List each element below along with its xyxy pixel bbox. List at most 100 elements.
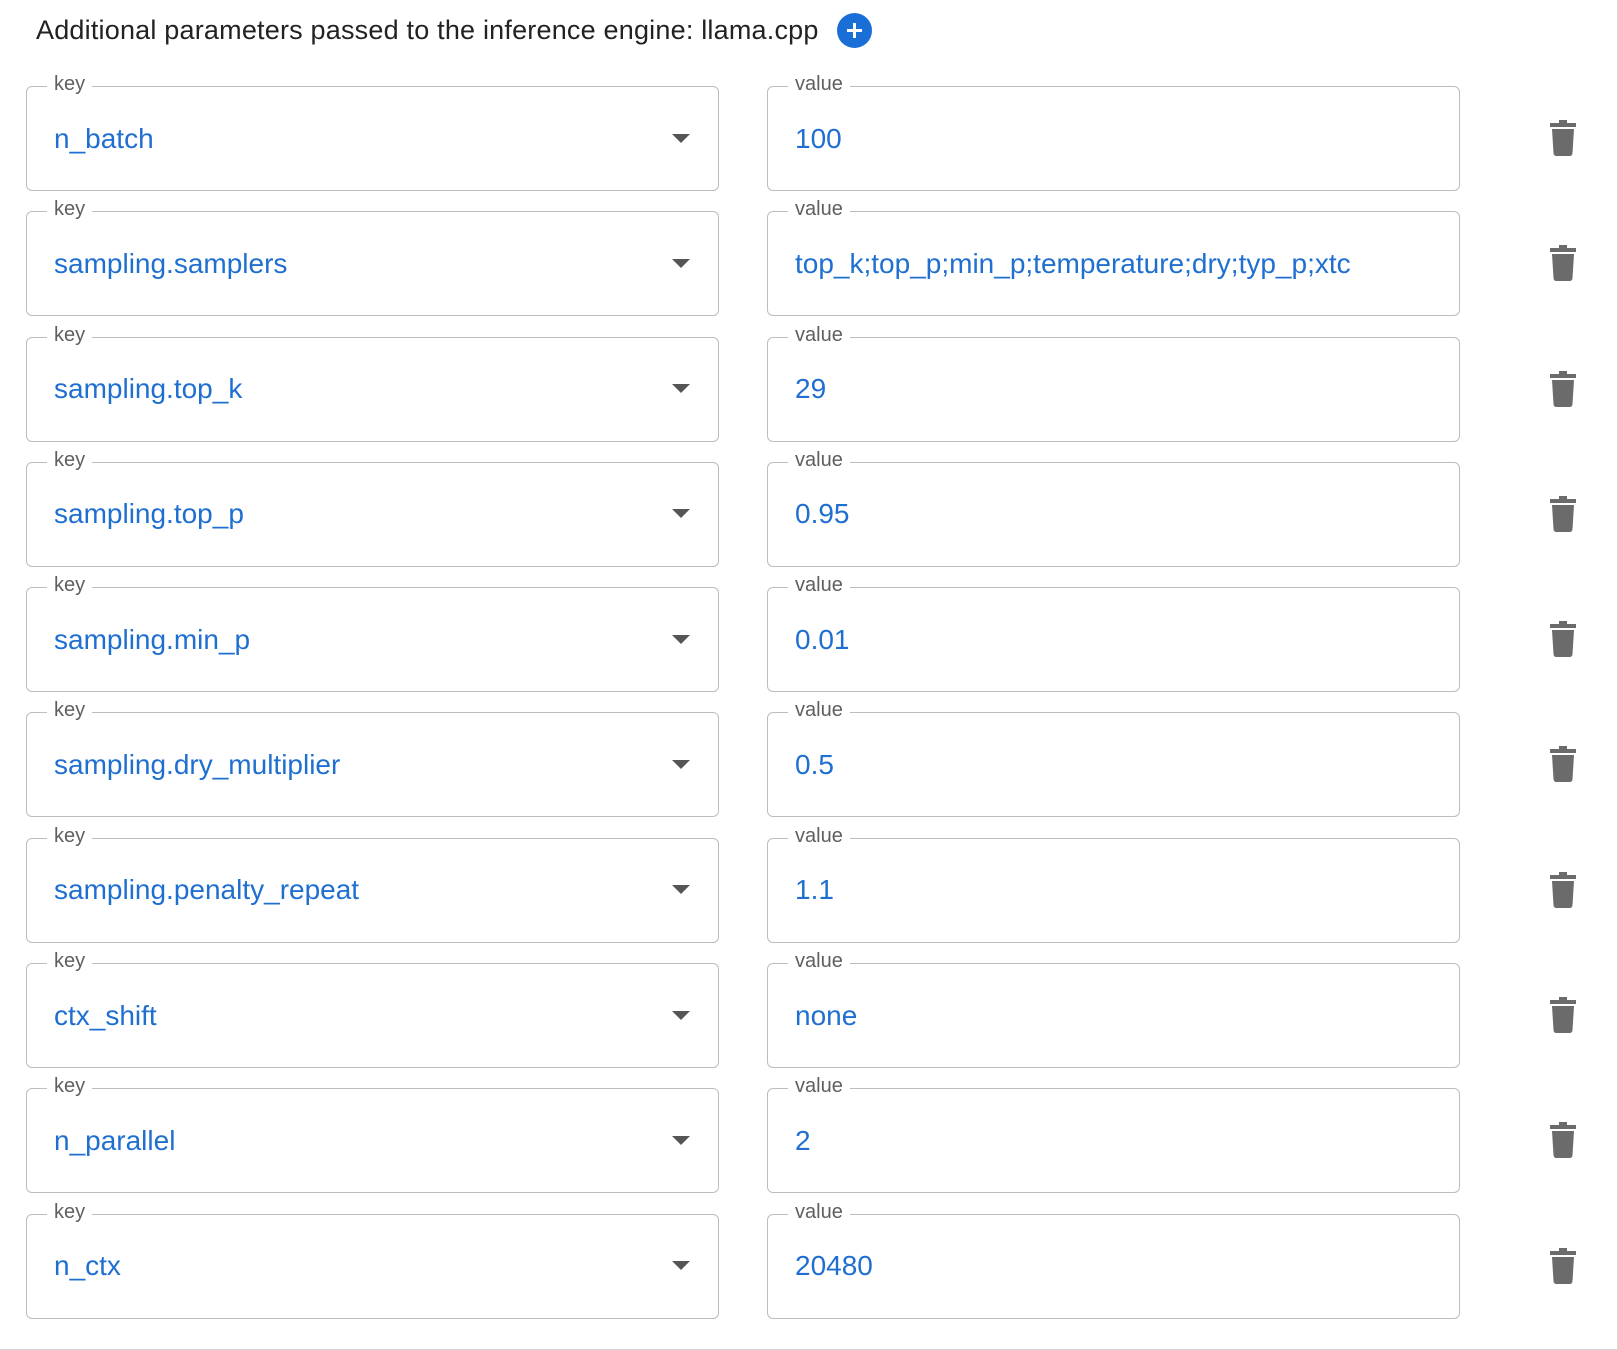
value-text[interactable]: 2 — [795, 1125, 811, 1157]
delete-row-button[interactable] — [1549, 621, 1577, 658]
delete-row-button[interactable] — [1549, 245, 1577, 282]
value-text[interactable]: 29 — [795, 373, 826, 405]
value-input[interactable]: value 29 — [767, 322, 1460, 442]
key-label: key — [47, 1074, 93, 1099]
value-input[interactable]: value none — [767, 949, 1460, 1069]
trash-icon — [1550, 871, 1576, 908]
key-selected-value: sampling.top_p — [54, 498, 244, 530]
value-text[interactable]: none — [795, 1000, 857, 1032]
value-input[interactable]: value 0.5 — [767, 698, 1460, 818]
trash-icon — [1550, 1122, 1576, 1159]
parameter-row: key sampling.dry_multiplier value 0.5 — [26, 698, 1596, 818]
key-select[interactable]: key n_parallel — [26, 1074, 719, 1194]
parameter-row: key n_batch value 100 — [26, 72, 1596, 191]
key-label: key — [47, 1199, 93, 1224]
delete-row-button[interactable] — [1549, 370, 1577, 407]
chevron-down-icon[interactable] — [672, 759, 690, 769]
delete-row-button[interactable] — [1549, 1122, 1577, 1159]
value-text[interactable]: 0.01 — [795, 624, 850, 656]
chevron-down-icon[interactable] — [672, 1135, 690, 1145]
value-input[interactable]: value 1.1 — [767, 823, 1460, 943]
value-input[interactable]: value top_k;top_p;min_p;temperature;dry;… — [767, 197, 1460, 317]
key-label: key — [47, 72, 93, 96]
key-select[interactable]: key sampling.top_k — [26, 322, 719, 442]
key-label: key — [47, 573, 93, 598]
value-label: value — [788, 949, 850, 974]
trash-icon — [1550, 245, 1576, 282]
key-select[interactable]: key sampling.dry_multiplier — [26, 698, 719, 818]
trash-icon — [1550, 746, 1576, 783]
value-label: value — [788, 1074, 850, 1099]
header-title: Additional parameters passed to the infe… — [36, 14, 819, 45]
key-label: key — [47, 823, 93, 848]
trash-icon — [1550, 1247, 1576, 1284]
delete-row-button[interactable] — [1549, 746, 1577, 783]
key-selected-value: sampling.top_k — [54, 373, 243, 405]
value-input[interactable]: value 2 — [767, 1074, 1460, 1194]
chevron-down-icon[interactable] — [672, 885, 690, 895]
value-text[interactable]: 1.1 — [795, 874, 834, 906]
parameter-row: key sampling.samplers value top_k;top_p;… — [26, 197, 1596, 317]
chevron-down-icon[interactable] — [672, 133, 690, 143]
value-label: value — [788, 322, 850, 347]
key-selected-value: sampling.penalty_repeat — [54, 874, 360, 906]
parameter-row: key ctx_shift value none — [26, 949, 1596, 1069]
key-select[interactable]: key sampling.min_p — [26, 573, 719, 693]
chevron-down-icon[interactable] — [672, 634, 690, 644]
value-text[interactable]: 20480 — [795, 1250, 873, 1282]
value-label: value — [788, 823, 850, 848]
key-select[interactable]: key sampling.samplers — [26, 197, 719, 317]
key-select[interactable]: key sampling.penalty_repeat — [26, 823, 719, 943]
value-text[interactable]: 0.95 — [795, 498, 850, 530]
chevron-down-icon[interactable] — [672, 258, 690, 268]
key-selected-value: n_batch — [54, 122, 154, 154]
key-selected-value: n_ctx — [54, 1250, 121, 1282]
key-select[interactable]: key sampling.top_p — [26, 447, 719, 567]
chevron-down-icon[interactable] — [672, 384, 690, 394]
trash-icon — [1550, 997, 1576, 1034]
key-selected-value: sampling.dry_multiplier — [54, 748, 341, 780]
parameters-panel: Additional parameters passed to the infe… — [0, 0, 1618, 1350]
key-label: key — [47, 698, 93, 723]
chevron-down-icon[interactable] — [672, 509, 690, 519]
parameter-row: key n_ctx value 20480 — [26, 1199, 1596, 1319]
value-label: value — [788, 1199, 850, 1224]
key-label: key — [47, 197, 93, 222]
trash-icon — [1550, 120, 1576, 156]
key-select[interactable]: key n_ctx — [26, 1199, 719, 1319]
chevron-down-icon[interactable] — [672, 1010, 690, 1020]
trash-icon — [1550, 370, 1576, 407]
value-input[interactable]: value 20480 — [767, 1199, 1460, 1319]
value-text[interactable]: 100 — [795, 123, 842, 155]
add-parameter-button[interactable] — [836, 12, 872, 48]
key-select[interactable]: key ctx_shift — [26, 949, 719, 1069]
key-selected-value: sampling.samplers — [54, 247, 288, 279]
parameter-row: key sampling.min_p value 0.01 — [26, 573, 1596, 693]
parameters-header: Additional parameters passed to the infe… — [36, 10, 872, 50]
delete-row-button[interactable] — [1549, 495, 1577, 532]
chevron-down-icon[interactable] — [672, 1261, 690, 1271]
value-input[interactable]: value 0.01 — [767, 573, 1460, 693]
key-label: key — [47, 447, 93, 472]
value-input[interactable]: value 0.95 — [767, 447, 1460, 567]
key-select[interactable]: key n_batch — [26, 72, 719, 191]
value-label: value — [788, 72, 850, 96]
key-selected-value: n_parallel — [54, 1124, 176, 1156]
key-selected-value: sampling.min_p — [54, 623, 251, 655]
value-text[interactable]: 0.5 — [795, 749, 834, 781]
delete-row-button[interactable] — [1549, 1247, 1577, 1284]
value-label: value — [788, 447, 850, 472]
key-label: key — [47, 949, 93, 974]
parameter-row: key n_parallel value 2 — [26, 1074, 1596, 1194]
delete-row-button[interactable] — [1549, 120, 1577, 156]
trash-icon — [1550, 621, 1576, 658]
value-label: value — [788, 573, 850, 598]
value-text[interactable]: top_k;top_p;min_p;temperature;dry;typ_p;… — [795, 248, 1351, 280]
delete-row-button[interactable] — [1549, 871, 1577, 908]
plus-icon — [846, 22, 862, 38]
value-label: value — [788, 197, 850, 222]
trash-icon — [1550, 495, 1576, 532]
value-label: value — [788, 698, 850, 723]
delete-row-button[interactable] — [1549, 997, 1577, 1034]
value-input[interactable]: value 100 — [767, 72, 1460, 191]
